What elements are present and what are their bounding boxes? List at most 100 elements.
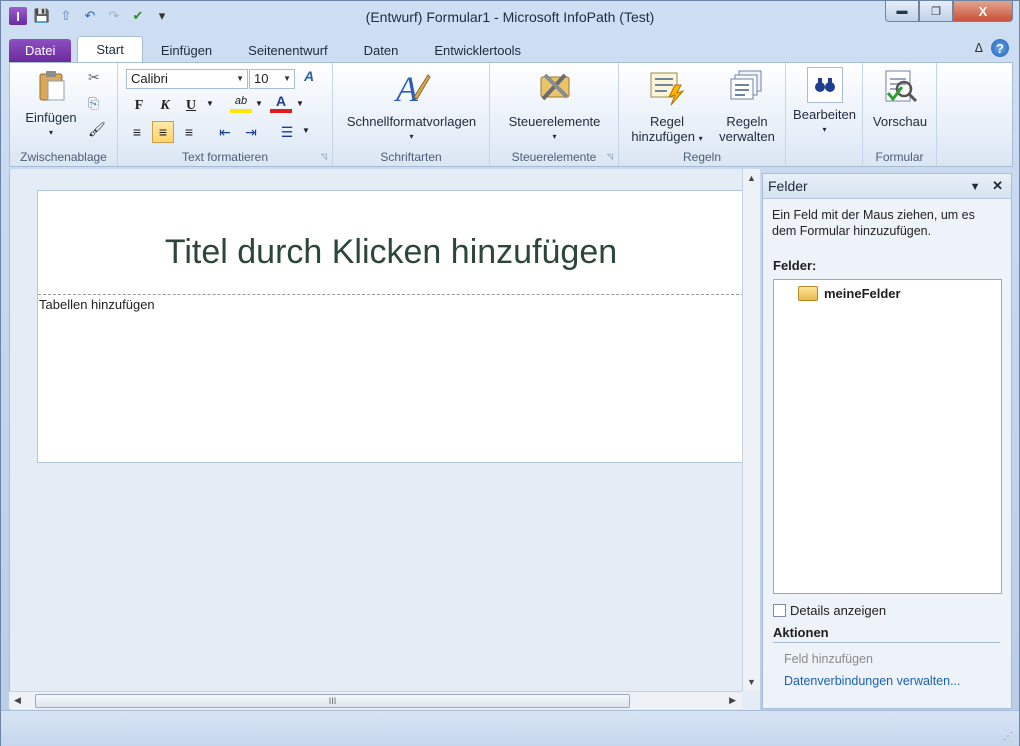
title-bar: I 💾 ⇧ ↶ ↷ ✔ ▾ (Entwurf) Formular1 - Micr… <box>1 1 1019 33</box>
paste-icon <box>39 71 65 101</box>
quick-styles-label: Schnellformatvorlagen <box>346 114 477 129</box>
tab-start[interactable]: Start <box>77 36 143 63</box>
copy-icon[interactable]: ⎘ <box>88 95 99 112</box>
font-name-combo[interactable]: Calibri ▼ <box>126 69 248 89</box>
italic-button[interactable]: K <box>154 95 176 117</box>
group-label-rules: Regeln <box>682 150 722 164</box>
fields-task-pane: Felder ▼ ✕ Ein Feld mit der Maus ziehen,… <box>762 173 1012 709</box>
close-icon[interactable]: ✕ <box>992 178 1003 193</box>
group-editing: Bearbeiten ▾ <box>786 63 863 166</box>
form-title-placeholder[interactable]: Titel durch Klicken hinzufügen <box>38 233 744 272</box>
group-label-fonts: Schriftarten <box>380 150 442 164</box>
edit-label: Bearbeiten <box>793 107 856 122</box>
manage-rules-label-2: verwalten <box>719 129 775 144</box>
collapse-ribbon-icon[interactable]: ᐃ <box>975 41 983 55</box>
tab-data[interactable]: Daten <box>346 39 417 63</box>
group-label-controls: Steuerelemente <box>511 150 597 164</box>
font-size-value: 10 <box>254 71 269 86</box>
group-label-text-format: Text formatieren <box>181 150 269 164</box>
tab-developer[interactable]: Entwicklertools <box>416 39 539 63</box>
cut-icon[interactable]: ✂ <box>88 69 100 86</box>
window-controls: ▬ ❐ X <box>885 1 1013 22</box>
show-details-checkbox-row[interactable]: Details anzeigen <box>773 603 886 618</box>
align-center-button[interactable]: ≡ <box>152 121 174 143</box>
paste-button[interactable]: Einfügen ▾ <box>16 69 86 140</box>
highlight-dropdown-icon[interactable]: ▼ <box>255 99 263 108</box>
status-bar: ⋰ <box>1 710 1019 746</box>
bullets-button[interactable]: ☰ <box>276 121 298 143</box>
table-hint-text[interactable]: Tabellen hinzufügen <box>39 297 155 312</box>
align-left-button[interactable]: ≡ <box>126 121 148 143</box>
scroll-up-icon[interactable]: ▲ <box>747 173 756 183</box>
font-size-combo[interactable]: 10 ▼ <box>249 69 295 89</box>
chevron-down-icon: ▼ <box>283 74 291 83</box>
scroll-left-icon[interactable]: ◀ <box>14 695 21 706</box>
manage-rules-label-1: Regeln <box>726 114 768 129</box>
font-color-dropdown-icon[interactable]: ▼ <box>296 99 304 108</box>
add-rule-label-2: hinzufügen ▾ <box>631 129 703 144</box>
clear-formatting-icon[interactable]: A <box>304 68 314 84</box>
window-title: (Entwurf) Formular1 - Microsoft InfoPath… <box>365 9 655 25</box>
horizontal-scroll-thumb[interactable]: III <box>35 694 630 708</box>
fields-tree[interactable]: meineFelder <box>773 279 1002 594</box>
bold-button[interactable]: F <box>128 95 150 117</box>
task-pane-description: Ein Feld mit der Maus ziehen, um es dem … <box>772 208 975 238</box>
chevron-down-icon: ▼ <box>236 74 244 83</box>
scroll-right-icon[interactable]: ▶ <box>729 695 736 706</box>
folder-icon <box>798 286 818 301</box>
ribbon-tabs: Datei Start Einfügen Seitenentwurf Daten… <box>9 36 539 63</box>
close-button[interactable]: X <box>953 1 1013 22</box>
align-right-button[interactable]: ≡ <box>178 121 200 143</box>
group-fonts: A Schnellformatvorlagen ▾ Schriftarten <box>333 63 490 166</box>
controls-label: Steuerelemente <box>508 114 601 129</box>
preview-button[interactable]: Vorschau <box>865 67 935 129</box>
task-pane-menu-icon[interactable]: ▼ <box>970 181 981 193</box>
controls-icon <box>540 73 569 101</box>
quick-styles-button[interactable]: A Schnellformatvorlagen ▾ <box>339 67 484 144</box>
add-field-link[interactable]: Feld hinzufügen <box>784 652 873 666</box>
group-label-form: Formular <box>875 150 924 164</box>
ribbon: Einfügen ▾ ✂ ⎘ 🖌 Zwischenablage Calibri … <box>9 62 1013 167</box>
format-painter-icon[interactable]: 🖌 <box>88 121 106 138</box>
font-name-value: Calibri <box>131 71 168 86</box>
decrease-indent-button[interactable]: ⇤ <box>214 121 236 143</box>
horizontal-scrollbar[interactable]: ◀ III ▶ <box>9 691 742 709</box>
manage-data-connections-link[interactable]: Datenverbindungen verwalten... <box>784 674 961 688</box>
maximize-button[interactable]: ❐ <box>919 1 953 22</box>
paste-label: Einfügen <box>25 110 77 125</box>
underline-button[interactable]: U <box>180 95 202 117</box>
app-window: I 💾 ⇧ ↶ ↷ ✔ ▾ (Entwurf) Formular1 - Micr… <box>0 0 1020 746</box>
highlight-button[interactable]: ab <box>230 93 252 113</box>
underline-dropdown-icon[interactable]: ▼ <box>206 99 214 108</box>
bullets-dropdown-icon[interactable]: ▼ <box>302 126 310 135</box>
group-clipboard: Einfügen ▾ ✂ ⎘ 🖌 Zwischenablage <box>10 63 118 166</box>
tree-item-root-group[interactable]: meineFelder <box>798 286 901 301</box>
preview-icon <box>885 70 918 103</box>
controls-button[interactable]: Steuerelemente ▾ <box>496 67 613 144</box>
add-rule-icon <box>650 72 685 106</box>
form-page[interactable]: Titel durch Klicken hinzufügen Tabellen … <box>37 190 745 463</box>
increase-indent-button[interactable]: ⇥ <box>240 121 262 143</box>
tab-page-design[interactable]: Seitenentwurf <box>230 39 346 63</box>
edit-button[interactable]: Bearbeiten ▾ <box>788 67 861 137</box>
form-design-canvas: Titel durch Klicken hinzufügen Tabellen … <box>9 169 760 711</box>
add-rule-button[interactable]: Regel hinzufügen ▾ <box>625 67 709 146</box>
manage-rules-button[interactable]: Regeln verwalten <box>711 67 783 144</box>
ribbon-tab-icons: ᐃ ? <box>975 39 1009 57</box>
scroll-down-icon[interactable]: ▼ <box>747 677 756 687</box>
tree-item-label: meineFelder <box>824 286 901 301</box>
vertical-scrollbar[interactable]: ▲ ▼ <box>742 169 760 691</box>
help-icon[interactable]: ? <box>991 39 1009 57</box>
group-rules: Regel hinzufügen ▾ Regeln verwalten Rege… <box>619 63 786 166</box>
resize-grip-icon[interactable]: ⋰ <box>1003 731 1013 742</box>
tab-insert[interactable]: Einfügen <box>143 39 230 63</box>
add-rule-label-1: Regel <box>650 114 684 129</box>
task-pane-title: Felder <box>768 178 808 194</box>
group-form: Vorschau Formular <box>863 63 937 166</box>
minimize-button[interactable]: ▬ <box>885 1 919 22</box>
show-details-checkbox[interactable] <box>773 604 786 617</box>
font-color-button[interactable]: A <box>270 93 292 113</box>
actions-heading: Aktionen <box>773 625 1000 643</box>
group-text-format: Calibri ▼ 10 ▼ A F K U ▼ ab ▼ A ▼ ≡ ≡ ≡ … <box>118 63 333 166</box>
tab-file[interactable]: Datei <box>9 39 72 63</box>
